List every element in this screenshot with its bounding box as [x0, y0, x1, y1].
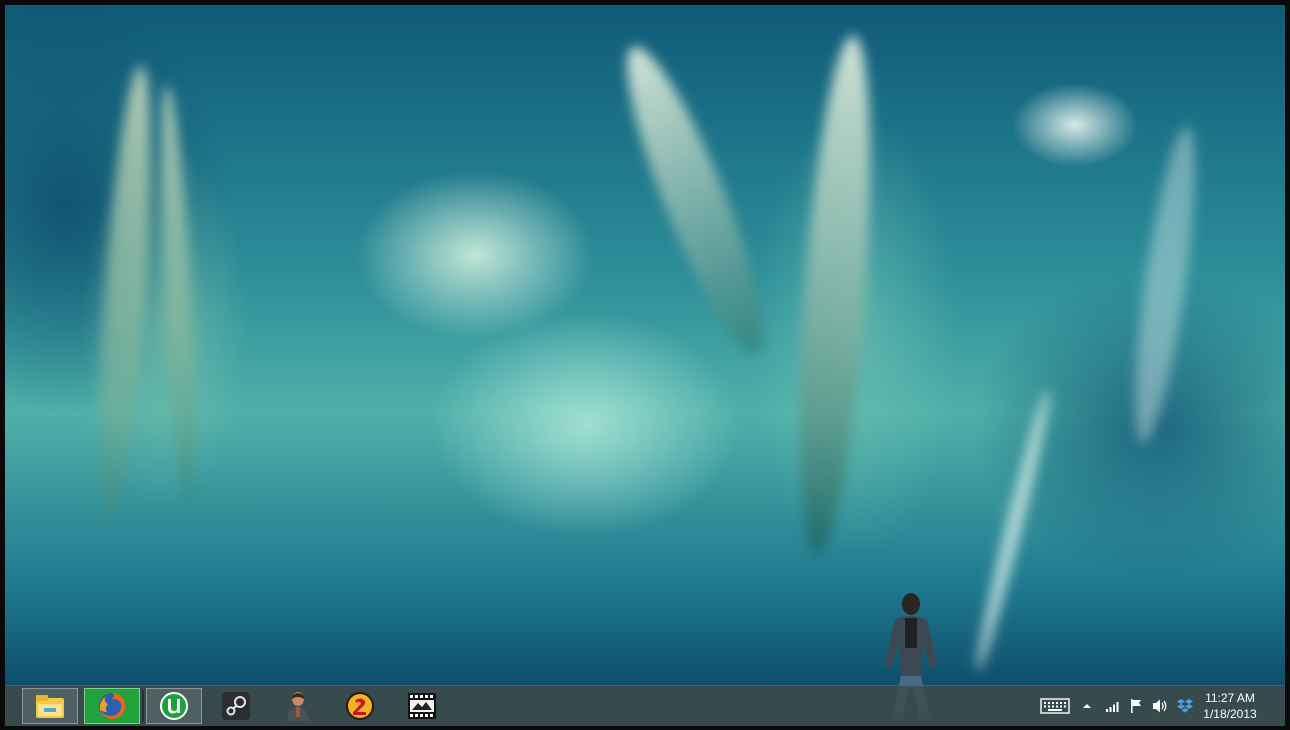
wallpaper-stalk	[970, 387, 1056, 673]
clock-date: 1/18/2013	[1203, 707, 1257, 721]
action-center-button[interactable]	[1128, 696, 1144, 716]
dropbox-icon	[1177, 699, 1193, 713]
firefox-icon	[99, 692, 126, 719]
dropbox-button[interactable]	[1176, 696, 1194, 716]
action-center-flag-icon	[1131, 699, 1141, 713]
show-hidden-icons-arrow	[1083, 704, 1091, 708]
game-character-icon	[287, 692, 309, 721]
clock[interactable]: 11:27 AM 1/18/2013	[1195, 690, 1265, 722]
steam-icon	[222, 692, 250, 720]
keyboard-icon	[1040, 698, 1070, 714]
movie-maker-icon	[408, 693, 436, 719]
wallpaper-stalk	[786, 33, 884, 557]
borderlands-2-icon	[346, 692, 374, 720]
wallpaper-stalk	[89, 64, 161, 526]
desktop-wallpaper[interactable]	[5, 5, 1285, 685]
wallpaper-stalk	[154, 84, 202, 506]
file-explorer-icon	[36, 695, 64, 718]
taskbar-firefox-button[interactable]	[84, 688, 140, 724]
wallpaper-stalk	[605, 35, 785, 365]
volume-button[interactable]	[1151, 696, 1169, 716]
network-button[interactable]	[1104, 696, 1122, 716]
screen-frame: 11:27 AM 1/18/2013	[0, 0, 1290, 730]
wallpaper-stalk	[1122, 123, 1208, 447]
touch-keyboard-button[interactable]	[1040, 696, 1070, 716]
taskbar-borderlands-2-button[interactable]	[332, 688, 388, 724]
taskbar-separator	[142, 690, 144, 722]
taskbar-steam-button[interactable]	[208, 688, 264, 724]
taskbar-movie-maker-button[interactable]	[394, 688, 450, 724]
clock-time: 11:27 AM	[1205, 691, 1255, 705]
taskbar: 11:27 AM 1/18/2013	[5, 685, 1285, 726]
taskbar-game-character-button[interactable]	[270, 688, 326, 724]
taskbar-file-explorer-button[interactable]	[22, 688, 78, 724]
utorrent-icon	[160, 692, 188, 720]
show-hidden-icons-button[interactable]	[1081, 696, 1093, 716]
volume-icon	[1153, 699, 1167, 713]
network-signal-icon	[1106, 702, 1119, 712]
taskbar-utorrent-button[interactable]	[146, 688, 202, 724]
